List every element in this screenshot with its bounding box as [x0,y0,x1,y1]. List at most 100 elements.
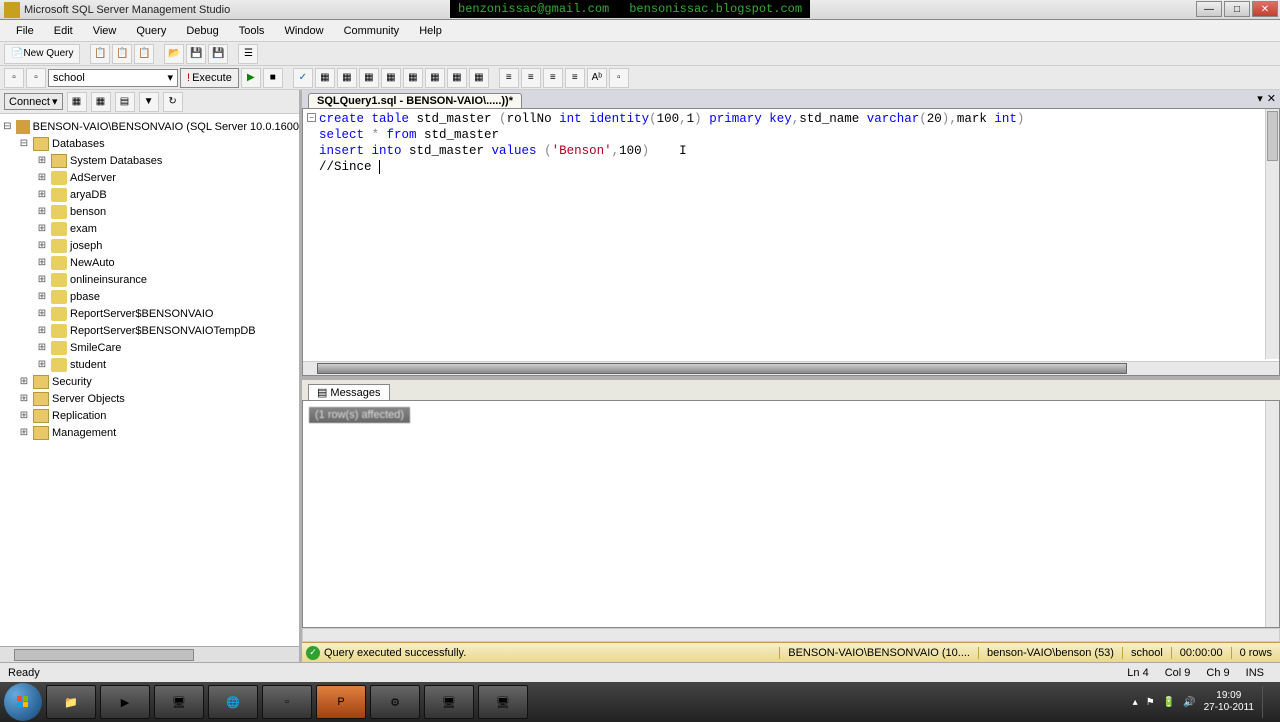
editor-horizontal-scrollbar[interactable] [303,361,1279,375]
tree-management-folder[interactable]: ⊞ Management [0,424,299,441]
toolbar-btn[interactable]: ▦ [403,68,423,88]
save-button[interactable]: 💾 [186,44,206,64]
editor-vertical-scrollbar[interactable] [1265,109,1279,359]
toolbar-btn[interactable]: Aᵇ [587,68,607,88]
toolbar-btn[interactable]: 📋 [112,44,132,64]
tray-icon[interactable]: ⚑ [1146,697,1155,708]
system-tray[interactable]: ▴ ⚑ 🔋 🔊 19:0927-10-2011 [1127,686,1276,718]
oe-refresh-btn[interactable]: ↻ [163,92,183,112]
taskbar-item[interactable]: ▫ [262,685,312,719]
toolbar-btn[interactable]: ▦ [315,68,335,88]
parse-button[interactable]: ✓ [293,68,313,88]
taskbar-item[interactable]: 🖥 [154,685,204,719]
tree-database-node[interactable]: ⊞student [0,356,299,373]
taskbar-item[interactable]: P [316,685,366,719]
menu-query[interactable]: Query [126,22,176,40]
toolbar-btn[interactable]: 📋 [134,44,154,64]
oe-horizontal-scrollbar[interactable] [0,646,299,662]
toolbar-btn[interactable]: ▫ [26,68,46,88]
maximize-button[interactable]: □ [1224,1,1250,17]
taskbar-item[interactable]: 🌐 [208,685,258,719]
tree-system-databases[interactable]: ⊞ System Databases [0,152,299,169]
messages-h-scrollbar[interactable] [302,628,1280,642]
tree-database-node[interactable]: ⊞ReportServer$BENSONVAIO [0,305,299,322]
execute-button[interactable]: !Execute [180,68,239,88]
tab-dropdown-icon[interactable]: ▾ [1257,92,1263,105]
toolbar-btn[interactable]: ▦ [359,68,379,88]
new-query-button[interactable]: 📄 New Query [4,44,80,64]
stop-button[interactable]: ■ [263,68,283,88]
chevron-down-icon: ▾ [167,71,173,84]
comment-button[interactable]: ≡ [543,68,563,88]
toolbar-btn[interactable]: ☰ [238,44,258,64]
tree-database-node[interactable]: ⊞benson [0,203,299,220]
minimize-button[interactable]: — [1196,1,1222,17]
connect-button[interactable]: Connect▾ [4,93,63,110]
oe-toolbar-btn[interactable]: ▦ [67,92,87,112]
open-button[interactable]: 📂 [164,44,184,64]
tree-database-node[interactable]: ⊞NewAuto [0,254,299,271]
show-desktop-button[interactable] [1262,686,1270,718]
outline-collapse-icon[interactable]: − [307,113,316,122]
tree-database-node[interactable]: ⊞onlineinsurance [0,271,299,288]
tree-database-node[interactable]: ⊞ReportServer$BENSONVAIOTempDB [0,322,299,339]
save-all-button[interactable]: 💾 [208,44,228,64]
menu-debug[interactable]: Debug [176,22,228,40]
indent-button[interactable]: ≡ [499,68,519,88]
tray-icon[interactable]: 🔋 [1163,697,1175,708]
tree-database-node[interactable]: ⊞joseph [0,237,299,254]
messages-tab[interactable]: ▤ Messages [308,384,390,400]
menu-window[interactable]: Window [274,22,333,40]
toolbar-btn[interactable]: ▦ [337,68,357,88]
oe-toolbar-btn[interactable]: ▦ [91,92,111,112]
document-tab[interactable]: SQLQuery1.sql - BENSON-VAIO\.....))* [308,93,522,108]
menu-community[interactable]: Community [334,22,410,40]
tray-icon[interactable]: 🔊 [1183,697,1195,708]
toolbar-btn[interactable]: ▦ [425,68,445,88]
taskbar-item[interactable]: ⚙ [370,685,420,719]
oe-toolbar-btn[interactable]: ▤ [115,92,135,112]
debug-button[interactable]: ▶ [241,68,261,88]
taskbar-item[interactable]: ▶ [100,685,150,719]
tree-database-node[interactable]: ⊞AdServer [0,169,299,186]
tree-server-objects-folder[interactable]: ⊞ Server Objects [0,390,299,407]
tab-close-icon[interactable]: ✕ [1267,92,1276,105]
oe-filter-btn[interactable]: ▼ [139,92,159,112]
uncomment-button[interactable]: ≡ [565,68,585,88]
sql-editor[interactable]: − create table std_master (rollNo int id… [302,108,1280,376]
menu-tools[interactable]: Tools [229,22,275,40]
tree-security-folder[interactable]: ⊞ Security [0,373,299,390]
toolbar-btn[interactable]: ▫ [609,68,629,88]
messages-scrollbar[interactable] [1265,401,1279,627]
database-dropdown[interactable]: school ▾ [48,69,178,87]
taskbar-item[interactable]: 📁 [46,685,96,719]
close-button[interactable]: ✕ [1252,1,1278,17]
toolbar-btn[interactable]: 📋 [90,44,110,64]
toolbar-btn[interactable]: ▦ [381,68,401,88]
tree-database-node[interactable]: ⊞SmileCare [0,339,299,356]
object-explorer-tree[interactable]: ⊟ BENSON-VAIO\BENSONVAIO (SQL Server 10.… [0,114,299,646]
start-button[interactable] [4,683,42,721]
tree-database-node[interactable]: ⊞pbase [0,288,299,305]
toolbar-btn[interactable]: ▫ [4,68,24,88]
outdent-button[interactable]: ≡ [521,68,541,88]
menu-help[interactable]: Help [409,22,452,40]
tray-clock[interactable]: 19:0927-10-2011 [1204,690,1254,714]
tree-replication-folder[interactable]: ⊞ Replication [0,407,299,424]
tree-database-node[interactable]: ⊞exam [0,220,299,237]
tree-database-node[interactable]: ⊞aryaDB [0,186,299,203]
toolbar-btn[interactable]: ▦ [469,68,489,88]
tree-server-node[interactable]: ⊟ BENSON-VAIO\BENSONVAIO (SQL Server 10.… [0,118,299,135]
menu-edit[interactable]: Edit [44,22,83,40]
database-label: student [70,359,106,371]
taskbar-item[interactable]: 🖥 [424,685,474,719]
database-icon [51,324,67,338]
tray-icon[interactable]: ▴ [1133,697,1138,708]
toolbar-btn[interactable]: ▦ [447,68,467,88]
tree-databases-folder[interactable]: ⊟ Databases [0,135,299,152]
taskbar-item[interactable]: 🖥 [478,685,528,719]
messages-body[interactable]: (1 row(s) affected) [302,400,1280,628]
menu-view[interactable]: View [83,22,127,40]
menu-file[interactable]: File [6,22,44,40]
sql-editor-toolbar: ▫ ▫ school ▾ !Execute ▶ ■ ✓ ▦ ▦ ▦ ▦ ▦ ▦ … [0,66,1280,90]
